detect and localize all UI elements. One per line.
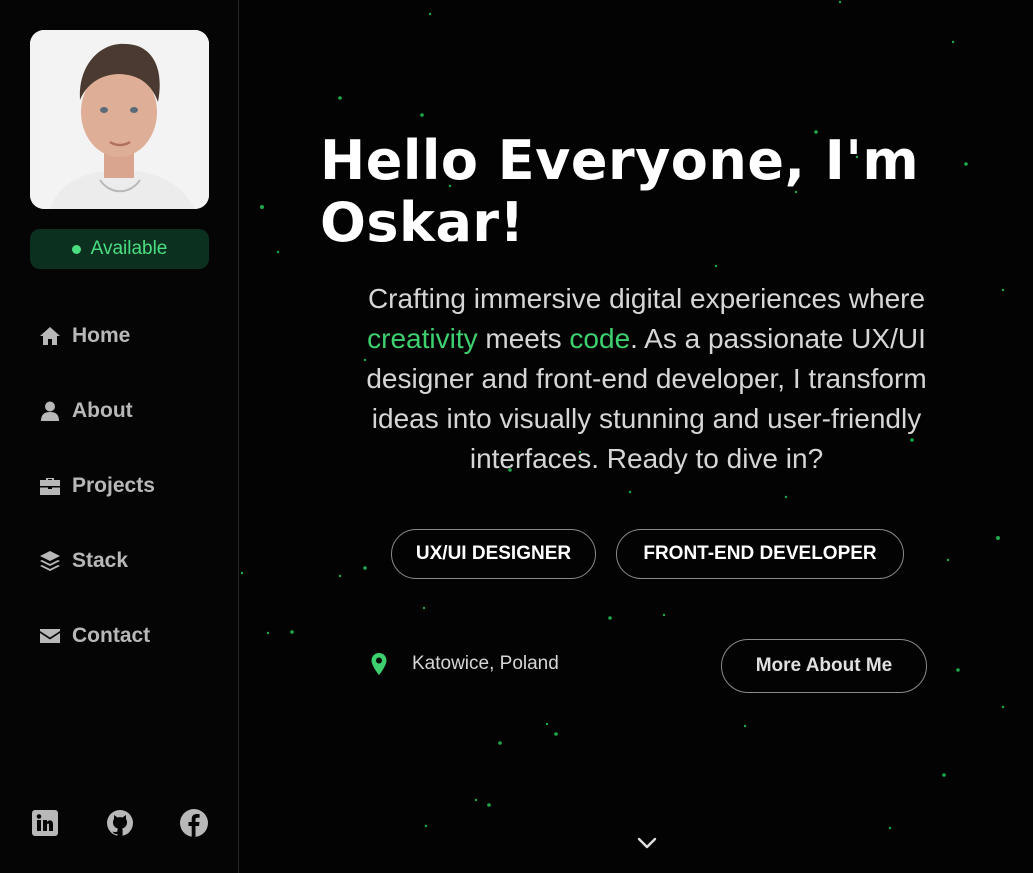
chevron-down-icon[interactable] xyxy=(636,835,658,851)
intro-text: Crafting immersive digital experiences w… xyxy=(367,283,926,314)
github-icon[interactable] xyxy=(105,808,135,838)
status-dot xyxy=(71,244,81,254)
role-tag-front-end-developer[interactable]: FRONT-END DEVELOPER xyxy=(616,529,904,579)
availability-label: Available xyxy=(90,238,168,259)
linkedin-icon[interactable] xyxy=(30,808,60,838)
social-links xyxy=(30,808,212,842)
role-tag-uxui-designer[interactable]: UX/UI DESIGNER xyxy=(391,529,596,579)
nav-item-projects[interactable]: Projects xyxy=(38,466,155,506)
avatar xyxy=(30,30,209,209)
intro-text: meets xyxy=(477,323,570,354)
nav-item-stack[interactable]: Stack xyxy=(38,541,128,581)
nav-item-label: Projects xyxy=(72,474,155,497)
nav-item-label: Stack xyxy=(72,549,129,572)
nav-item-label: Home xyxy=(72,324,131,347)
nav-item-label: About xyxy=(72,399,133,422)
facebook-icon[interactable] xyxy=(179,808,209,838)
page-title: Hello Everyone, I'm Oskar! xyxy=(320,129,920,254)
page: Available Home About Projects Stack Cont… xyxy=(0,0,1033,873)
map-pin-icon xyxy=(370,652,388,676)
more-about-me-button[interactable]: More About Me xyxy=(721,639,927,693)
user-icon xyxy=(38,399,62,423)
nav-item-about[interactable]: About xyxy=(38,391,133,431)
highlight-code: code xyxy=(569,323,631,354)
nav-item-label: Contact xyxy=(72,624,151,647)
location-label: Katowice, Poland xyxy=(412,653,559,674)
sidebar: Available Home About Projects Stack Cont… xyxy=(0,0,239,873)
layers-icon xyxy=(38,549,62,573)
location: Katowice, Poland xyxy=(370,652,559,676)
nav-item-contact[interactable]: Contact xyxy=(38,616,150,656)
briefcase-icon xyxy=(38,474,62,498)
nav-item-home[interactable]: Home xyxy=(38,316,130,356)
availability-badge: Available xyxy=(30,229,209,269)
hero-section: Hello Everyone, I'm Oskar! Crafting imme… xyxy=(240,0,1033,873)
highlight-creativity: creativity xyxy=(367,323,478,354)
intro-paragraph: Crafting immersive digital experiences w… xyxy=(330,279,963,479)
envelope-icon xyxy=(38,624,62,648)
profile-photo xyxy=(30,30,209,209)
home-icon xyxy=(38,324,62,348)
